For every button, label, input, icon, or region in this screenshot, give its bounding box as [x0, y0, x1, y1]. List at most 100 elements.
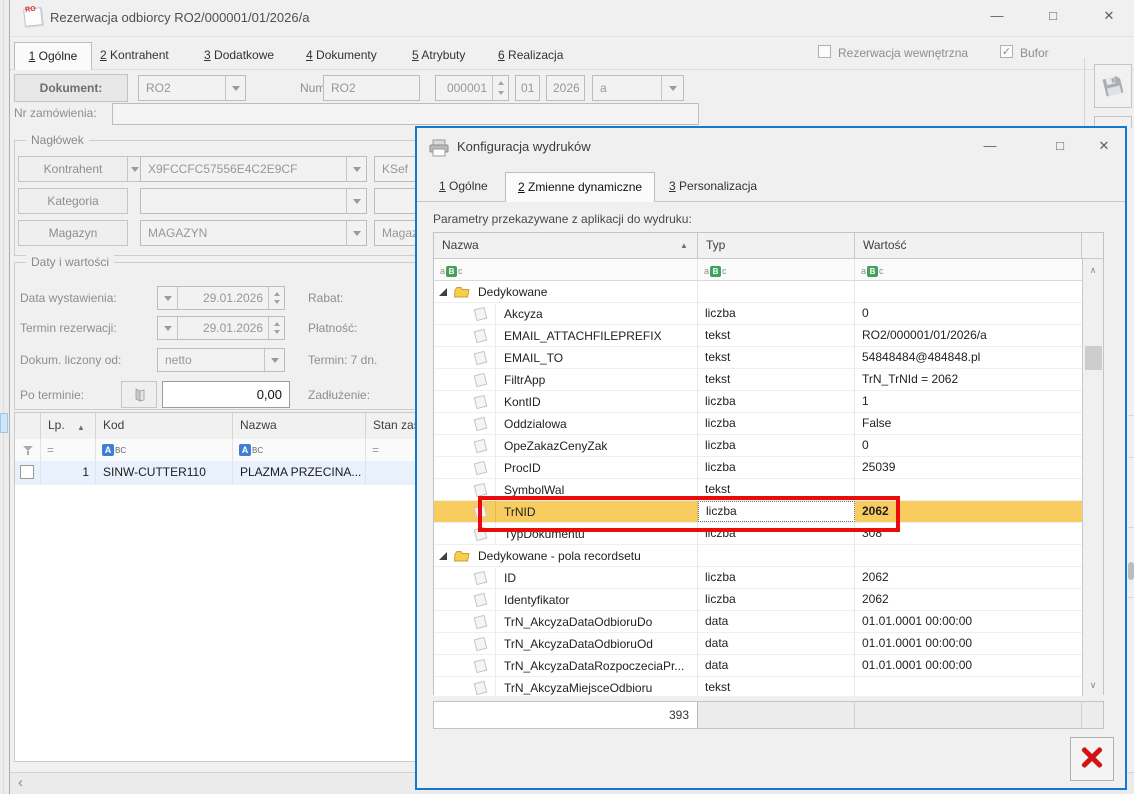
scroll-left-icon[interactable]: ‹	[18, 774, 23, 791]
naglowek-group-title: Nagłówek	[26, 133, 89, 147]
overdue-list-button[interactable]	[121, 381, 157, 408]
dialog-tab-zmienne[interactable]: 2 Zmienne dynamiczne	[505, 172, 655, 202]
filter-wartosc-cell[interactable]: aBc	[855, 259, 1082, 280]
buffer-checkbox[interactable]: ✓	[1000, 45, 1013, 58]
filter-lp-cell[interactable]: =	[41, 439, 96, 461]
tab-atrybuty[interactable]: 5 Atrybuty	[412, 48, 465, 62]
document-type-combo[interactable]: RO2	[138, 75, 246, 101]
calc-from-combo[interactable]: netto	[157, 348, 285, 372]
buffer-label: Bufor	[1020, 46, 1049, 60]
row-select-column-header[interactable]	[15, 413, 41, 439]
kategoria-combo[interactable]	[140, 188, 367, 214]
overdue-amount-field[interactable]: 0,00	[162, 381, 290, 408]
param-row[interactable]: TrN_AkcyzaDataOdbioruDo data 01.01.0001 …	[434, 611, 1082, 633]
grid-column-nazwa[interactable]: Nazwa ▲	[434, 233, 698, 258]
minimize-button[interactable]: —	[982, 4, 1012, 28]
chevron-down-icon[interactable]	[158, 317, 178, 339]
save-button[interactable]	[1094, 64, 1132, 108]
spinner-icon[interactable]	[268, 287, 284, 309]
cell-lp: 1	[41, 461, 96, 485]
param-value	[855, 677, 1082, 696]
spinner-icon[interactable]	[492, 76, 508, 100]
grid-vertical-scrollbar[interactable]: ∧ ∨	[1082, 259, 1103, 696]
tab-num: 3	[204, 48, 211, 62]
spinner-icon[interactable]	[268, 317, 284, 339]
maximize-button[interactable]: □	[1038, 4, 1068, 28]
chevron-down-icon[interactable]	[264, 349, 284, 371]
dialog-minimize-button[interactable]: —	[975, 134, 1005, 158]
param-row[interactable]: TrN_AkcyzaDataRozpoczeciaPr... data 01.0…	[434, 655, 1082, 677]
chevron-down-icon[interactable]	[346, 189, 366, 213]
param-group-row[interactable]: Dedykowane - pola recordsetu	[434, 545, 1082, 567]
magazyn-button[interactable]: Magazyn	[18, 220, 128, 246]
param-row[interactable]: Identyfikator liczba 2062	[434, 589, 1082, 611]
numer-month-field[interactable]: 01	[515, 75, 540, 101]
issue-date-picker[interactable]: 29.01.2026	[157, 286, 285, 310]
kontrahent-combo[interactable]: X9FCCFC57556E4C2E9CF	[140, 156, 367, 182]
scroll-up-icon[interactable]: ∧	[1083, 259, 1103, 281]
dialog-cancel-button[interactable]	[1070, 737, 1114, 781]
param-row[interactable]: Akcyza liczba 0	[434, 303, 1082, 325]
chevron-down-icon[interactable]	[346, 157, 366, 181]
row-checkbox[interactable]	[20, 465, 34, 479]
param-name: SymbolWal	[496, 483, 564, 497]
params-label: Parametry przekazywane z aplikacji do wy…	[433, 212, 692, 226]
column-header-kod[interactable]: Kod	[96, 413, 233, 439]
expand-icon[interactable]	[439, 288, 447, 296]
filter-kod-cell[interactable]: ABC	[96, 439, 233, 461]
param-row[interactable]: OpeZakazCenyZak liczba 0	[434, 435, 1082, 457]
tab-label: Dokumenty	[316, 48, 377, 62]
param-row[interactable]: ID liczba 2062	[434, 567, 1082, 589]
kategoria-button[interactable]: Kategoria	[18, 188, 128, 214]
internal-reservation-checkbox[interactable]	[818, 45, 831, 58]
param-row[interactable]: EMAIL_ATTACHFILEPREFIX tekst RO2/000001/…	[434, 325, 1082, 347]
chevron-down-icon[interactable]	[346, 221, 366, 245]
filter-nazwa-cell[interactable]: ABC	[233, 439, 366, 461]
param-typ: data	[698, 633, 855, 654]
scrollbar-thumb[interactable]	[1085, 346, 1102, 370]
param-row[interactable]: KontID liczba 1	[434, 391, 1082, 413]
numer-series-combo[interactable]: a	[592, 75, 684, 101]
kontrahent-button[interactable]: Kontrahent	[18, 156, 128, 182]
tab-realizacja[interactable]: 6 Realizacja	[498, 48, 563, 62]
param-row[interactable]: TrN_AkcyzaMiejsceOdbioru tekst	[434, 677, 1082, 696]
column-header-nazwa[interactable]: Nazwa	[233, 413, 366, 439]
reservation-date-picker[interactable]: 29.01.2026	[157, 316, 285, 340]
filter-typ-cell[interactable]: aBc	[698, 259, 855, 280]
tab-dodatkowe[interactable]: 3 Dodatkowe	[204, 48, 274, 62]
filter-nazwa-cell[interactable]: aBc	[434, 259, 698, 280]
param-row[interactable]: EMAIL_TO tekst 54848484@484848.pl	[434, 347, 1082, 369]
grid-column-wartosc[interactable]: Wartość	[855, 233, 1082, 258]
tab-num: 4	[306, 48, 313, 62]
param-row[interactable]: ProcID liczba 25039	[434, 457, 1082, 479]
expand-icon[interactable]	[439, 552, 447, 560]
grid-column-typ[interactable]: Typ	[698, 233, 855, 258]
close-button[interactable]: ✕	[1094, 4, 1124, 28]
param-name: ProcID	[496, 461, 541, 475]
numer-year-field[interactable]: 2026	[546, 75, 585, 101]
magazyn-combo[interactable]: MAGAZYN	[140, 220, 367, 246]
dialog-maximize-button[interactable]: □	[1045, 134, 1075, 158]
chevron-down-icon[interactable]	[225, 76, 245, 100]
scroll-down-icon[interactable]: ∨	[1083, 674, 1103, 696]
tab-dokumenty[interactable]: 4 Dokumenty	[306, 48, 377, 62]
order-number-input[interactable]	[112, 103, 699, 125]
tab-num: 1	[439, 179, 446, 193]
chevron-down-icon[interactable]	[661, 76, 683, 100]
column-header-lp[interactable]: Lp. ▲	[41, 413, 96, 439]
numer-number-stepper[interactable]: 000001	[435, 75, 509, 101]
tab-ogolne[interactable]: 1 Ogólne	[14, 42, 92, 70]
param-name: ID	[496, 571, 516, 585]
param-group-row[interactable]: Dedykowane	[434, 281, 1082, 303]
numer-symbol-field[interactable]: RO2	[323, 75, 420, 101]
tab-kontrahent[interactable]: 2 Kontrahent	[100, 48, 169, 62]
filter-funnel-cell[interactable]	[15, 439, 41, 461]
param-row[interactable]: Oddzialowa liczba False	[434, 413, 1082, 435]
dialog-tab-ogolne[interactable]: 1 Ogólne	[439, 179, 488, 193]
background-window-line	[3, 0, 4, 794]
dialog-tab-personalizacja[interactable]: 3 Personalizacja	[669, 179, 757, 193]
dialog-close-button[interactable]: ✕	[1089, 134, 1119, 158]
param-row[interactable]: FiltrApp tekst TrN_TrNId = 2062	[434, 369, 1082, 391]
param-row[interactable]: TrN_AkcyzaDataOdbioruOd data 01.01.0001 …	[434, 633, 1082, 655]
chevron-down-icon[interactable]	[158, 287, 178, 309]
